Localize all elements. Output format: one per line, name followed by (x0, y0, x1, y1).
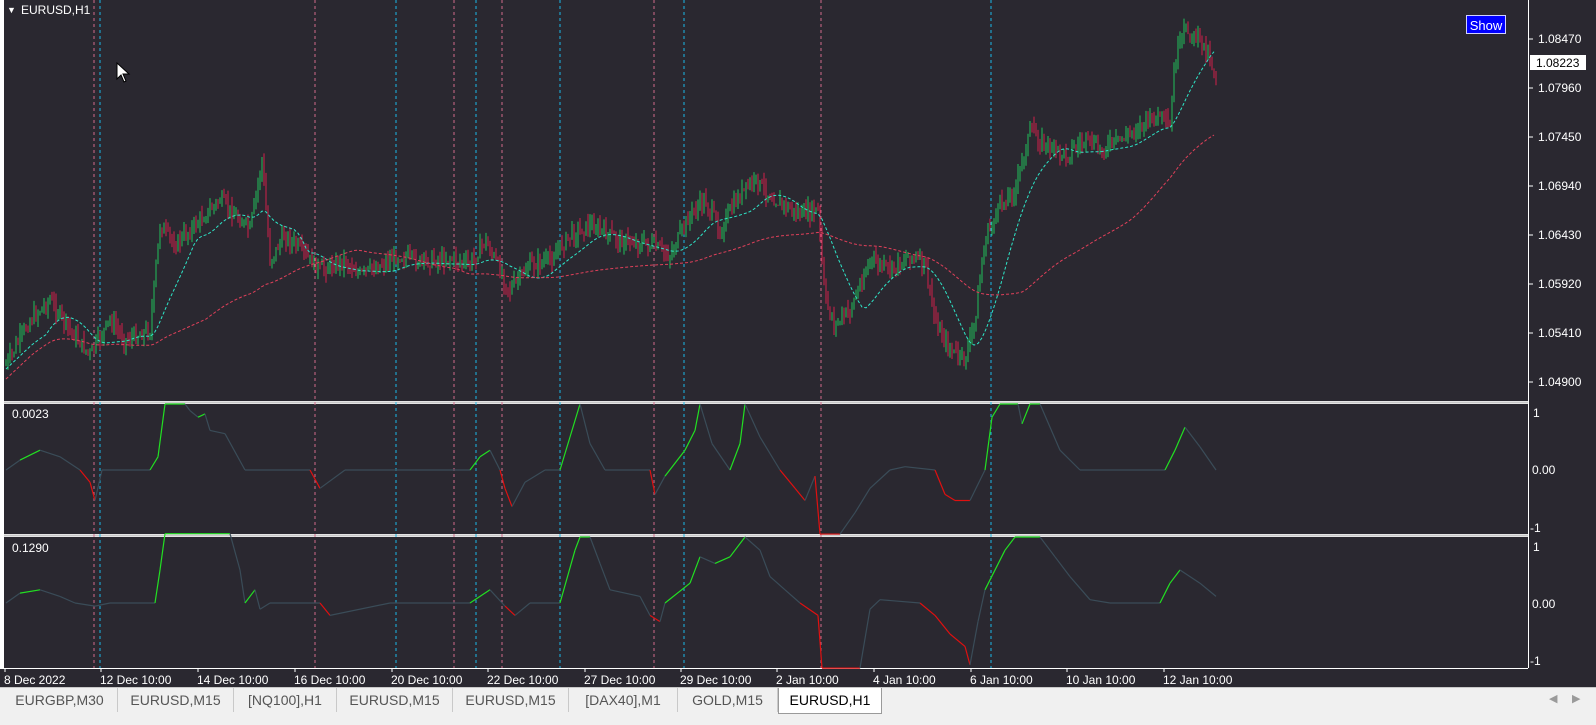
tab-eurgbp-m30[interactable]: EURGBP,M30 (2, 688, 118, 712)
indicator-1-value: 0.0023 (12, 407, 49, 421)
indicator-2-value: 0.1290 (12, 541, 49, 555)
scroll-right-icon[interactable]: ▶ (1572, 692, 1580, 705)
time-label: 2 Jan 10:00 (776, 673, 839, 687)
indicator-panel-2[interactable] (4, 537, 1528, 668)
tab-gold-m15[interactable]: GOLD,M15 (678, 688, 778, 712)
show-button[interactable]: Show (1466, 15, 1506, 34)
price-label: 1.07960 (1538, 81, 1582, 95)
time-label: 4 Jan 10:00 (873, 673, 936, 687)
price-label: 1.06940 (1538, 179, 1582, 193)
scroll-left-icon[interactable]: ◀ (1549, 692, 1557, 705)
indicator-1-scale-bottom: -1 (1530, 521, 1541, 535)
tab-eurusd-m15[interactable]: EURUSD,M15 (118, 688, 234, 712)
time-label: 14 Dec 10:00 (197, 673, 269, 687)
time-label: 12 Jan 10:00 (1163, 673, 1233, 687)
tab-nq100-h1[interactable]: [NQ100],H1 (234, 688, 337, 712)
symbol-label: EURUSD,H1 (21, 3, 91, 17)
tab-eurusd-m15-2[interactable]: EURUSD,M15 (337, 688, 453, 712)
time-label: 8 Dec 2022 (4, 673, 66, 687)
price-label: 1.07450 (1538, 130, 1582, 144)
price-label: 1.06430 (1538, 228, 1582, 242)
price-label: 1.04900 (1538, 375, 1582, 389)
tab-dax40-m1[interactable]: [DAX40],M1 (569, 688, 678, 712)
indicator-1-scale-mid: 0.00 (1532, 463, 1556, 477)
time-label: 10 Jan 10:00 (1066, 673, 1136, 687)
time-label: 12 Dec 10:00 (100, 673, 172, 687)
indicator-2-scale-mid: 0.00 (1532, 597, 1556, 611)
tab-eurusd-m15-3[interactable]: EURUSD,M15 (453, 688, 569, 712)
chart-tab-bar: EURGBP,M30 EURUSD,M15 [NQ100],H1 EURUSD,… (0, 687, 1596, 725)
indicator-1-scale-top: 1 (1533, 406, 1540, 420)
time-label: 6 Jan 10:00 (970, 673, 1033, 687)
time-label: 16 Dec 10:00 (294, 673, 366, 687)
price-label: 1.05920 (1538, 277, 1582, 291)
time-label: 27 Dec 10:00 (584, 673, 656, 687)
indicator-panel-1[interactable] (4, 404, 1528, 534)
price-label: 1.05410 (1538, 326, 1582, 340)
collapse-arrow-icon[interactable]: ▼ (7, 5, 16, 15)
tab-eurusd-h1[interactable]: EURUSD,H1 (778, 688, 882, 714)
current-price-label: 1.08223 (1536, 56, 1580, 70)
indicator-2-scale-top: 1 (1533, 540, 1540, 554)
chart-canvas[interactable]: ▼ EURUSD,H1 1.08470 1.07960 1.07450 1.06940… (0, 0, 1596, 687)
time-label: 29 Dec 10:00 (680, 673, 752, 687)
indicator-2-scale-bottom: -1 (1530, 654, 1541, 668)
chart-window[interactable]: ▼ EURUSD,H1 1.08470 1.07960 1.07450 1.06940… (0, 0, 1596, 687)
time-label: 20 Dec 10:00 (391, 673, 463, 687)
price-label: 1.08470 (1538, 32, 1582, 46)
time-label: 22 Dec 10:00 (487, 673, 559, 687)
